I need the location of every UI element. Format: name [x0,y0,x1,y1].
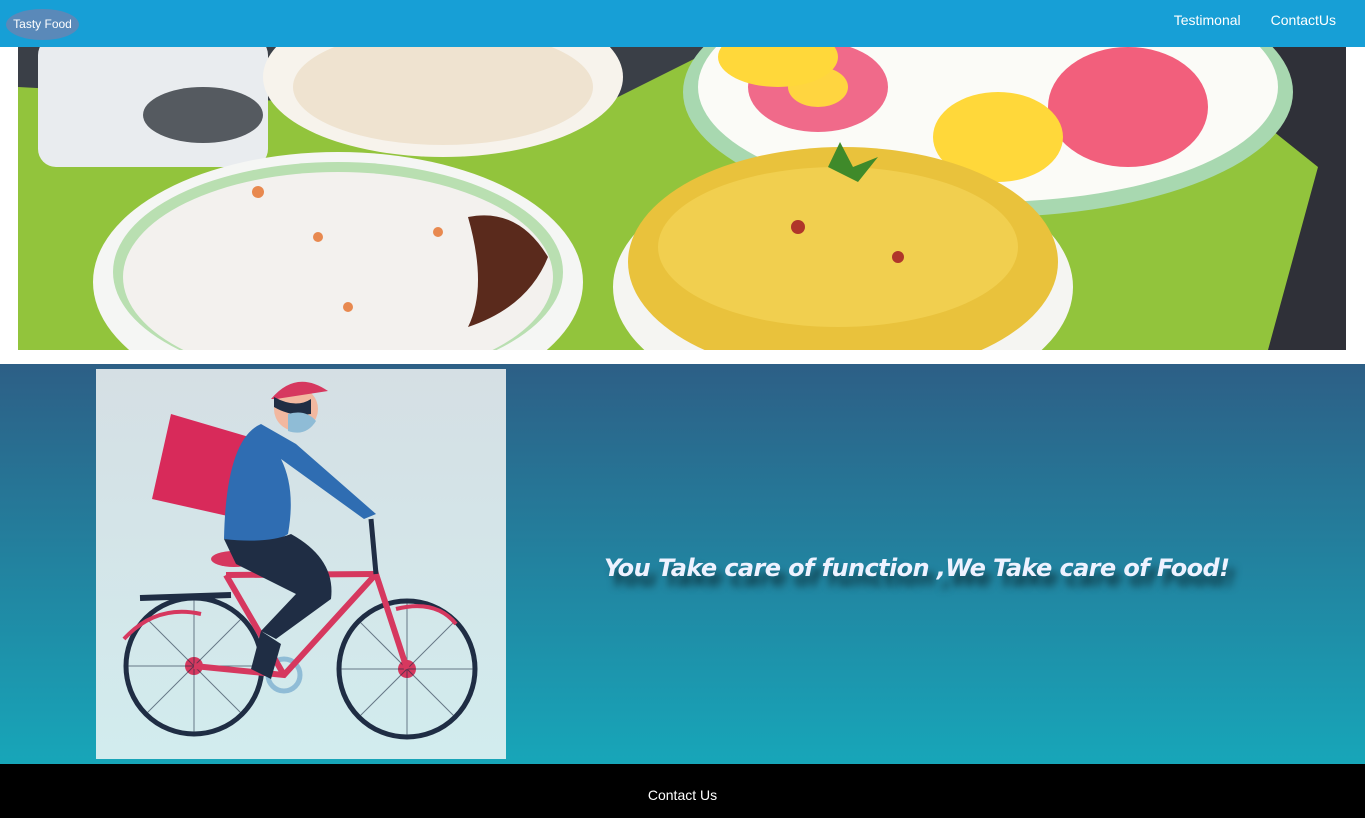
top-navbar: Tasty Food Testimonal ContactUs [0,0,1365,47]
delivery-rider-illustration [96,369,506,759]
footer-contact-us-link[interactable]: Contact Us [0,787,1365,803]
nav-link-contact-us[interactable]: ContactUs [1271,12,1336,28]
food-hero-image [18,47,1346,350]
nav-link-testimonial[interactable]: Testimonal [1174,12,1241,28]
nav-links: Testimonal ContactUs [1174,12,1336,28]
footer: Contact Us [0,764,1365,818]
promo-tagline: You Take care of function ,We Take care … [604,554,1230,582]
promo-section: You Take care of function ,We Take care … [0,364,1365,764]
brand-logo[interactable]: Tasty Food [6,9,79,40]
